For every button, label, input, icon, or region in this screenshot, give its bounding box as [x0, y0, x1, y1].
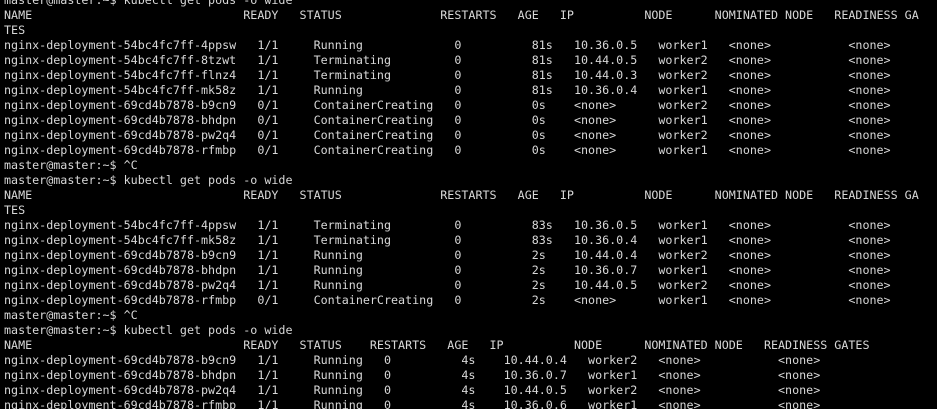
pod-row: nginx-deployment-69cd4b7878-rfmbp 0/1 Co… [4, 293, 891, 307]
pod-row: nginx-deployment-69cd4b7878-bhdpn 1/1 Ru… [4, 368, 821, 382]
terminal-command-line: master@master:~$ kubectl get pods -o wid… [4, 0, 293, 7]
pod-row: nginx-deployment-54bc4fc7ff-8tzwt 1/1 Te… [4, 53, 891, 67]
pod-row: nginx-deployment-69cd4b7878-b9cn9 1/1 Ru… [4, 248, 891, 262]
pods-table-header-wrap: TES [4, 203, 26, 217]
pod-row: nginx-deployment-54bc4fc7ff-flnz4 1/1 Te… [4, 68, 891, 82]
pod-row: nginx-deployment-69cd4b7878-bhdpn 0/1 Co… [4, 113, 891, 127]
pod-row: nginx-deployment-69cd4b7878-rfmbp 1/1 Ru… [4, 398, 821, 409]
pods-table-header-wrap: TES [4, 23, 26, 37]
pod-row: nginx-deployment-69cd4b7878-pw2q4 0/1 Co… [4, 128, 891, 142]
pods-table-header: NAME READY STATUS RESTARTS AGE IP NODE N… [4, 338, 870, 352]
pod-row: nginx-deployment-54bc4fc7ff-4ppsw 1/1 Ru… [4, 38, 891, 52]
pod-row: nginx-deployment-69cd4b7878-b9cn9 1/1 Ru… [4, 353, 821, 367]
pods-table-header: NAME READY STATUS RESTARTS AGE IP NODE N… [4, 8, 919, 22]
pod-row: nginx-deployment-54bc4fc7ff-mk58z 1/1 Te… [4, 233, 891, 247]
terminal-command-line: master@master:~$ kubectl get pods -o wid… [4, 323, 293, 337]
pod-row: nginx-deployment-54bc4fc7ff-mk58z 1/1 Ru… [4, 83, 891, 97]
pods-table-header: NAME READY STATUS RESTARTS AGE IP NODE N… [4, 188, 919, 202]
pod-row: nginx-deployment-69cd4b7878-pw2q4 1/1 Ru… [4, 278, 891, 292]
terminal-output[interactable]: master@master:~$ kubectl get pods -o wid… [0, 0, 937, 409]
terminal-prompt-line: master@master:~$ ^C [4, 308, 138, 322]
pod-row: nginx-deployment-69cd4b7878-bhdpn 1/1 Ru… [4, 263, 891, 277]
pod-row: nginx-deployment-54bc4fc7ff-4ppsw 1/1 Te… [4, 218, 891, 232]
pod-row: nginx-deployment-69cd4b7878-pw2q4 1/1 Ru… [4, 383, 821, 397]
terminal-prompt-line: master@master:~$ ^C [4, 158, 138, 172]
terminal-command-line: master@master:~$ kubectl get pods -o wid… [4, 173, 293, 187]
pod-row: nginx-deployment-69cd4b7878-rfmbp 0/1 Co… [4, 143, 891, 157]
pod-row: nginx-deployment-69cd4b7878-b9cn9 0/1 Co… [4, 98, 891, 112]
